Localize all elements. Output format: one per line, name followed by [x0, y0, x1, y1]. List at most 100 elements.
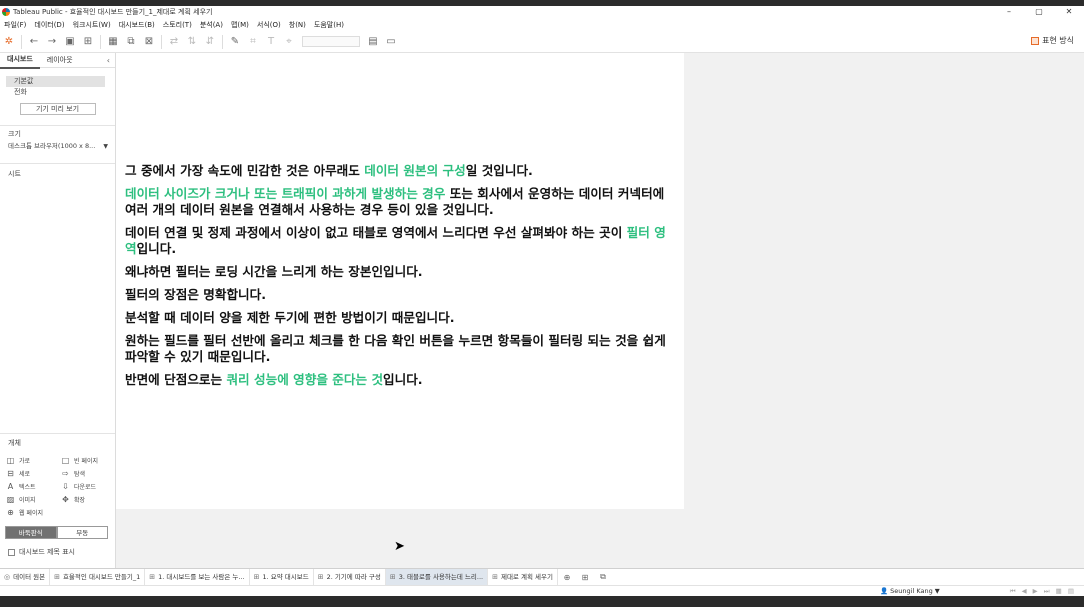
- paragraph: 분석할 때 데이터 양을 제한 두기에 편한 방법이기 때문입니다.: [125, 310, 455, 325]
- status-bar: 👤 Seungil Kang ▼ ⏮ ◀ ▶ ⏭ ▦ ▤: [0, 585, 1084, 596]
- swap-axes-icon[interactable]: ⇄: [165, 36, 183, 47]
- object-horizontal[interactable]: ◫ 가로: [6, 455, 61, 465]
- text-icon: A: [7, 481, 14, 491]
- device-preview-button[interactable]: 기기 미리 보기: [19, 103, 96, 115]
- show-title-checkbox[interactable]: 대시보드 제목 표시: [8, 547, 75, 557]
- object-vertical[interactable]: ⊟ 세로: [6, 468, 61, 478]
- size-dropdown[interactable]: 데스크톱 브라우저(1000 x 8... ▼: [8, 141, 108, 152]
- sheet-tab-active[interactable]: ⊞ 3. 태블로를 사용하는데 느리...: [385, 569, 489, 585]
- os-bottom-strip: [0, 596, 1084, 607]
- menu-file[interactable]: 파일(F): [0, 20, 30, 30]
- dashboard-icon: ⊞: [253, 573, 260, 581]
- close-button[interactable]: ✕: [1054, 6, 1084, 18]
- menu-data[interactable]: 데이터(D): [30, 20, 68, 30]
- duplicate-sheet-icon[interactable]: ⧉: [122, 36, 140, 47]
- fit-dropdown[interactable]: [302, 36, 360, 47]
- navigation-icon: ⇨: [62, 468, 69, 478]
- start-page-icon[interactable]: ✲: [0, 36, 18, 47]
- dashboard-icon: ⊞: [54, 573, 60, 581]
- title-bar: Tableau Public - 효율적인 대시보드 만들기_1_제대로 계획 …: [0, 6, 1084, 18]
- menu-dashboard[interactable]: 대시보드(B): [115, 20, 159, 30]
- device-default[interactable]: 기본값: [6, 76, 105, 87]
- size-label: 크기: [8, 130, 21, 138]
- window-controls: – ▢ ✕: [994, 6, 1084, 18]
- download-icon: ⇩: [62, 481, 69, 491]
- toolbar-divider: [21, 34, 22, 49]
- sheet-tab[interactable]: ⊞ 2. 기기에 따라 구성: [314, 569, 386, 585]
- sheets-label: 시트: [8, 170, 21, 178]
- menu-window[interactable]: 창(N): [285, 20, 310, 30]
- object-blank[interactable]: □ 빈 페이지: [61, 455, 114, 465]
- text-object[interactable]: 그 중에서 가장 속도에 민감한 것은 아무래도 데이터 원본의 구성일 것입니…: [125, 163, 673, 395]
- checkbox-icon: [8, 548, 15, 556]
- tab-dashboard[interactable]: 대시보드: [0, 52, 40, 69]
- sheet-tab[interactable]: ⊞ 제대로 계획 세우기: [488, 569, 558, 585]
- objects-label: 개체: [8, 439, 21, 447]
- highlighted-text: 데이터 사이즈가 크거나 또는 트래픽이 과하게 발생하는 경우: [125, 186, 446, 201]
- object-image[interactable]: ▨ 이미지: [6, 494, 61, 504]
- show-me-button[interactable]: 표현 방식: [1031, 35, 1074, 46]
- highlighted-text: 쿼리 성능에 영향을 준다는 것: [226, 372, 384, 387]
- sort-ascending-icon[interactable]: ⇅: [183, 36, 201, 47]
- paragraph: 반면에 단점으로는 쿼리 성능에 영향을 준다는 것입니다.: [125, 372, 423, 387]
- collapse-sidebar-icon[interactable]: ‹: [107, 53, 110, 68]
- new-story-icon[interactable]: ⧉: [594, 572, 612, 582]
- new-worksheet-icon[interactable]: ⊕: [558, 573, 576, 582]
- horizontal-icon: ◫: [6, 455, 15, 465]
- save-icon[interactable]: ▣: [61, 36, 79, 47]
- object-navigation[interactable]: ⇨ 탐색: [61, 468, 114, 478]
- floating-option[interactable]: 부동: [56, 526, 108, 539]
- dashboard-icon: ⊞: [492, 573, 498, 581]
- presentation-mode-icon[interactable]: ▭: [382, 36, 400, 47]
- group-icon[interactable]: ⌗: [244, 36, 262, 47]
- object-text[interactable]: A 텍스트: [6, 481, 61, 491]
- fix-axes-icon[interactable]: ⌖: [280, 36, 298, 47]
- object-download[interactable]: ⇩ 다운로드: [61, 481, 114, 491]
- menu-story[interactable]: 스토리(T): [159, 20, 196, 30]
- new-sheet-icon[interactable]: ▦: [104, 36, 122, 47]
- sort-descending-icon[interactable]: ⇵: [201, 36, 219, 47]
- paragraph: 그 중에서 가장 속도에 민감한 것은 아무래도 데이터 원본의 구성일 것입니…: [125, 163, 533, 178]
- sheet-tab[interactable]: ⊞ 1. 요약 대시보드: [250, 569, 314, 585]
- new-dashboard-icon[interactable]: ⊞: [576, 573, 594, 582]
- highlighted-text: 데이터 원본의 구성: [364, 163, 466, 178]
- menu-worksheet[interactable]: 워크시트(W): [69, 20, 115, 30]
- menu-format[interactable]: 서식(O): [253, 20, 285, 30]
- add-datasource-icon[interactable]: ⊞: [79, 36, 97, 47]
- device-phone[interactable]: 전화: [6, 87, 105, 98]
- minimize-button[interactable]: –: [994, 6, 1024, 18]
- maximize-button[interactable]: ▢: [1024, 6, 1054, 18]
- menu-map[interactable]: 맵(M): [227, 20, 253, 30]
- highlight-icon[interactable]: ✎: [226, 36, 244, 47]
- paragraph: 원하는 필드를 필터 선반에 올리고 체크를 한 다음 확인 버튼을 누르면 항…: [125, 333, 666, 364]
- database-icon: ◎: [4, 573, 11, 581]
- dashboard-icon: ⊞: [149, 573, 156, 581]
- paragraph: 왜냐하면 필터는 로딩 시간을 느리게 하는 장본인입니다.: [125, 264, 423, 279]
- toolbar-divider: [161, 34, 162, 49]
- show-me-label: 표현 방식: [1042, 36, 1074, 45]
- show-title-label: 대시보드 제목 표시: [19, 548, 75, 556]
- extension-icon: ✥: [62, 494, 69, 504]
- object-extension[interactable]: ✥ 확장: [61, 494, 114, 504]
- tab-layout[interactable]: 레이아웃: [40, 53, 80, 68]
- section-divider: [0, 125, 115, 126]
- redo-icon[interactable]: →: [43, 36, 61, 47]
- show-cards-icon[interactable]: ▤: [364, 36, 382, 47]
- tiled-floating-toggle: 바둑판식 부동: [5, 526, 108, 539]
- undo-icon[interactable]: ←: [25, 36, 43, 47]
- clear-sheet-icon[interactable]: ⊠: [140, 36, 158, 47]
- sheet-tab[interactable]: ⊞ 1. 대시보드를 보는 사람은 누...: [145, 569, 250, 585]
- show-me-icon: [1031, 36, 1040, 45]
- tiled-option[interactable]: 바둑판식: [5, 526, 57, 539]
- objects-panel: ◫ 가로 □ 빈 페이지 ⊟ 세로 ⇨ 탐색 A 텍스트 ⇩ 다운로드 ▨ 이미지 ✥ 확장 ⊕…: [6, 451, 114, 517]
- paragraph: 필터의 장점은 명확합니다.: [125, 287, 267, 302]
- mouse-cursor-icon: ➤: [394, 539, 405, 554]
- device-list: 기본값 전화: [6, 76, 105, 98]
- object-webpage[interactable]: ⊕ 웹 페이지: [6, 507, 61, 517]
- menu-help[interactable]: 도움말(H): [310, 20, 348, 30]
- sheet-tab[interactable]: ⊞ 효율적인 대시보드 만들기_1: [50, 569, 146, 585]
- tab-data-source[interactable]: ◎ 데이터 원본: [0, 569, 51, 585]
- menu-analysis[interactable]: 분석(A): [196, 20, 227, 30]
- labels-icon[interactable]: T: [262, 36, 280, 47]
- globe-icon: ⊕: [7, 507, 14, 517]
